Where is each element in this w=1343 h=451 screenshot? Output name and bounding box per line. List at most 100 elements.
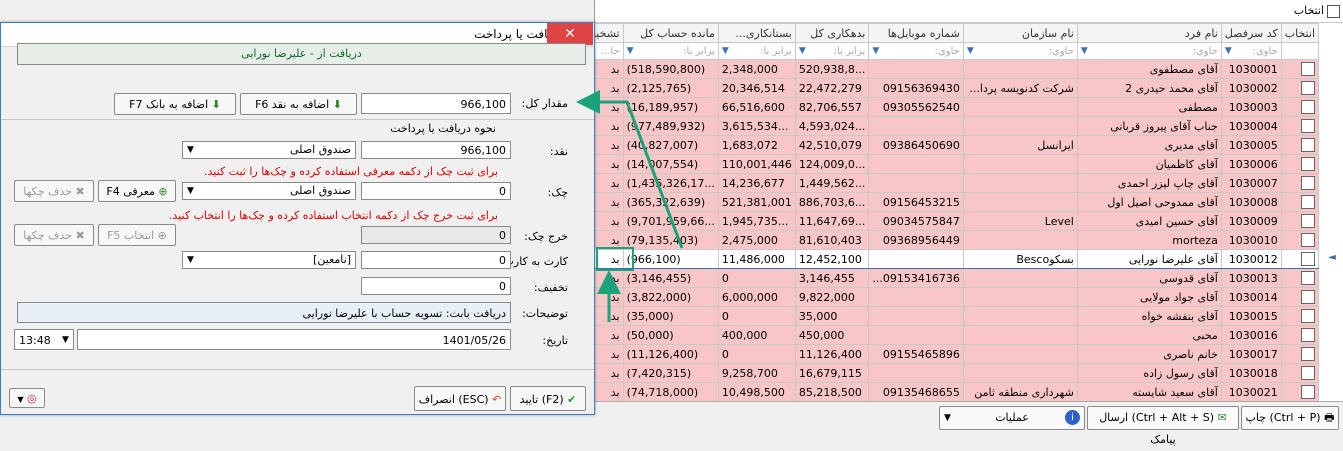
row-checkbox-cell[interactable] — [1280, 154, 1320, 174]
filter-cell[interactable]: برابر با: ▼ — [622, 42, 719, 60]
cancel-button[interactable]: ↶ (ESC) انصراف — [414, 386, 506, 411]
column-header[interactable]: مانده حساب کل — [622, 23, 719, 43]
table-row[interactable]: 1030018 آقای رسول زاده 16,679,115 9,258,700… — [544, 363, 1320, 383]
row-checkbox[interactable] — [1301, 366, 1315, 380]
table-row[interactable]: 1030017 خانم ناصری 09155465896 11,126,400 0(… — [544, 344, 1320, 364]
table-row[interactable]: 1030010 morteza 09368956449 81,610,403 2,475… — [544, 230, 1320, 250]
filter-icon[interactable]: ▼ — [1081, 46, 1088, 56]
select-all-checkbox[interactable] — [1327, 5, 1340, 18]
row-checkbox[interactable] — [1301, 233, 1315, 247]
send-sms-button[interactable]: ✉ (Ctrl + Alt + S) ارسال پیامک — [1087, 406, 1239, 446]
row-checkbox-cell[interactable] — [1280, 268, 1320, 288]
filter-icon[interactable]: ▼ — [627, 46, 634, 56]
help-dropdown[interactable]: ◎ ▼ — [9, 388, 45, 408]
row-checkbox-cell[interactable] — [1280, 97, 1320, 117]
delete-checks-button[interactable]: ✖ حذف چکها — [14, 180, 94, 202]
row-checkbox[interactable] — [1301, 176, 1315, 190]
time-field[interactable]: 13:48 ▼ — [14, 329, 74, 350]
table-row[interactable]: 1030007 آقای چاپ لیزر احمدی 1,449,562... 14… — [544, 173, 1320, 193]
card-amount-field[interactable]: 0 — [361, 251, 511, 269]
column-header[interactable]: نام سازمان — [962, 23, 1078, 43]
table-row[interactable]: 1030009 آقای حسین امیدی Level 09034575847 11… — [544, 211, 1320, 231]
row-checkbox[interactable] — [1301, 157, 1315, 171]
filter-cell[interactable]: حاوی: ▼ — [1220, 42, 1282, 60]
row-checkbox[interactable] — [1301, 309, 1315, 323]
row-checkbox[interactable] — [1301, 290, 1315, 304]
row-checkbox-cell[interactable] — [1280, 211, 1320, 231]
row-checkbox-cell[interactable] — [1280, 135, 1320, 155]
table-row[interactable]: 1030006 آقای کاظمیان 124,009,0... 110,001,4… — [544, 154, 1320, 174]
date-field[interactable]: 1401/05/26 — [77, 329, 511, 350]
row-checkbox[interactable] — [1301, 347, 1315, 361]
table-row[interactable]: 1030002 آقای محمد حیدری 2 شرکت کدنویسه پرد… — [544, 78, 1320, 98]
row-checkbox[interactable] — [1301, 195, 1315, 209]
column-header[interactable]: نام فرد — [1076, 23, 1222, 43]
row-checkbox[interactable] — [1301, 385, 1315, 399]
filter-cell[interactable]: حاوی: ▼ — [1076, 42, 1222, 60]
filter-icon[interactable]: ▼ — [967, 46, 974, 56]
filter-cell[interactable]: برابر با: ▼ — [794, 42, 870, 60]
introduce-check-button[interactable]: ⊕ معرفی F4 — [98, 180, 176, 202]
column-header[interactable]: انتخاب — [1280, 23, 1320, 43]
row-checkbox[interactable] — [1301, 252, 1315, 266]
table-row[interactable]: 1030021 آقای سعید شایسته شهرداری منطقه ثام… — [544, 382, 1320, 402]
filter-icon[interactable]: ▼ — [799, 46, 806, 56]
row-checkbox-cell[interactable] — [1280, 230, 1320, 250]
table-row[interactable]: 1030003 مصطفی 09305562540 82,706,557 66,516,… — [544, 97, 1320, 117]
row-checkbox-cell[interactable] — [1280, 344, 1320, 364]
table-row[interactable]: 1030015 آقای بنفشه خواه 35,000 0 (35,000) بد — [544, 306, 1320, 326]
column-header[interactable]: کد سرفصل — [1220, 23, 1282, 43]
confirm-button[interactable]: ✔ (F2) تایید — [510, 386, 586, 411]
check-fund-select[interactable]: صندوق اصلی ▼ — [182, 182, 356, 200]
delete-checks-out-button[interactable]: ✖ حذف چکها — [14, 224, 94, 246]
table-row[interactable]: 1030001 آقای مصطفوی 520,938,8... 2,348,000(… — [544, 59, 1320, 79]
table-row[interactable]: 1030008 آقای ممدوحی اصیل اول 09156453215 88… — [544, 192, 1320, 212]
column-header[interactable]: بدهکاری کل — [794, 23, 870, 43]
row-checkbox-cell[interactable] — [1280, 173, 1320, 193]
row-checkbox-cell[interactable] — [1280, 116, 1320, 136]
row-checkbox-cell[interactable] — [1280, 59, 1320, 79]
filter-icon[interactable]: ▼ — [1225, 46, 1232, 56]
filter-cell[interactable] — [1280, 42, 1320, 60]
column-header[interactable]: شماره موبایل‌ها — [868, 23, 964, 43]
row-checkbox-cell[interactable] — [1280, 306, 1320, 326]
row-checkbox[interactable] — [1301, 214, 1315, 228]
filter-cell[interactable]: برابر با: ▼ — [717, 42, 796, 60]
row-checkbox-cell[interactable] — [1280, 382, 1320, 402]
column-header[interactable]: بستانکاری... — [717, 23, 796, 43]
row-checkbox-cell[interactable] — [1280, 78, 1320, 98]
cash-fund-select[interactable]: صندوق اصلی ▼ — [182, 141, 356, 159]
close-button[interactable]: ✕ — [547, 23, 593, 45]
check-out-amount-field[interactable]: 0 — [361, 226, 511, 244]
description-field[interactable]: دریافت بابت: تسویه حساب با علیرضا نورایی — [17, 302, 511, 323]
row-checkbox-cell[interactable] — [1280, 287, 1320, 307]
check-amount-field[interactable]: 0 — [361, 182, 511, 200]
row-checkbox[interactable] — [1301, 62, 1315, 76]
row-checkbox-cell[interactable] — [1280, 192, 1320, 212]
row-checkbox[interactable] — [1301, 138, 1315, 152]
row-checkbox[interactable] — [1301, 328, 1315, 342]
row-checkbox[interactable] — [1301, 100, 1315, 114]
row-checkbox[interactable] — [1301, 81, 1315, 95]
row-checkbox[interactable] — [1301, 271, 1315, 285]
table-row[interactable]: 1030013 آقای قدوسی 09153416736... 3,146,455… — [544, 268, 1320, 288]
row-checkbox-cell[interactable] — [1280, 363, 1320, 383]
total-amount-field[interactable]: 966,100 — [361, 93, 511, 114]
filter-cell[interactable]: حاوی: ▼ — [962, 42, 1078, 60]
filter-cell[interactable]: حاوی: ▼ — [868, 42, 964, 60]
select-checks-button[interactable]: ⊕ انتخاب F5 — [98, 224, 176, 246]
table-row[interactable]: 1030005 آقای مدیری ایرانسل 09386450690 42,51… — [544, 135, 1320, 155]
row-checkbox-cell[interactable] — [1280, 249, 1320, 269]
table-row[interactable]: 1030012 آقای علیرضا نورایی بسکوBesco 12,452… — [544, 249, 1320, 269]
add-to-bank-button[interactable]: ⬇ اضافه به بانک F7 — [114, 93, 236, 115]
table-row[interactable]: 1030014 آقای جواد مولایی 9,822,000 6,000,00… — [544, 287, 1320, 307]
card-account-select[interactable]: [نامعین] ▼ — [182, 251, 356, 269]
filter-icon[interactable]: ▼ — [872, 46, 879, 56]
row-checkbox-cell[interactable] — [1280, 325, 1320, 345]
discount-field[interactable]: 0 — [361, 277, 511, 295]
print-button[interactable]: 🖶 (Ctrl + P) چاپ — [1241, 406, 1339, 430]
table-row[interactable]: 1030016 محبی 450,000 400,000 (50,000) بد — [544, 325, 1320, 345]
row-checkbox[interactable] — [1301, 119, 1315, 133]
cash-amount-field[interactable]: 966,100 — [361, 141, 511, 159]
table-row[interactable]: 1030004 جناب آقای پیروز قربانی 4,593,024..… — [544, 116, 1320, 136]
